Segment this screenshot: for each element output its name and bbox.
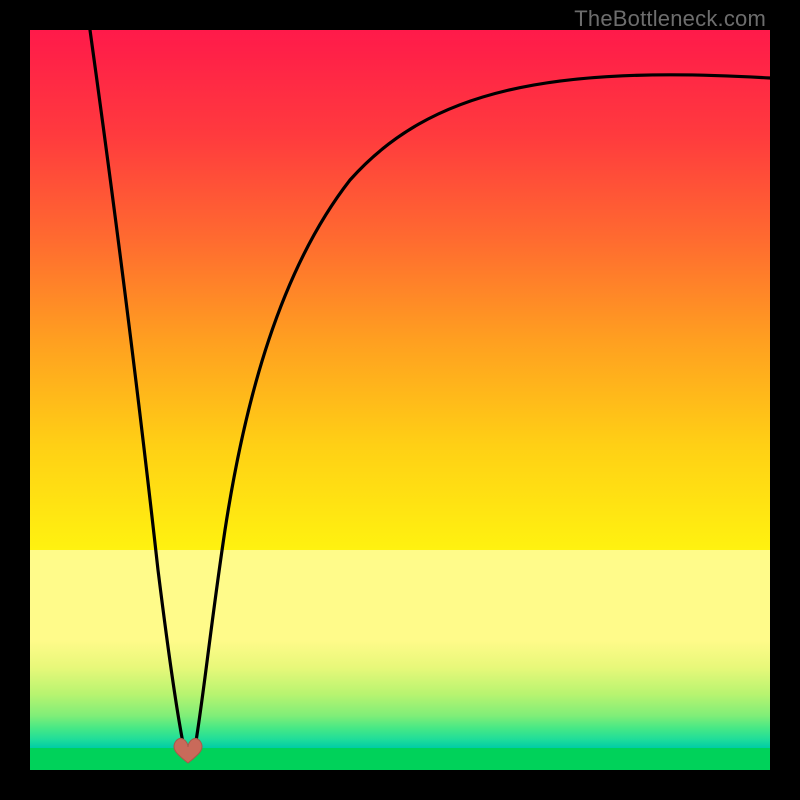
- watermark-text: TheBottleneck.com: [574, 6, 766, 32]
- plot-area: [30, 30, 770, 770]
- curve-right-branch: [194, 75, 770, 753]
- chart-frame: TheBottleneck.com: [0, 0, 800, 800]
- curve-left-branch: [90, 30, 185, 753]
- heart-marker-icon: [174, 739, 202, 763]
- curve-layer: [30, 30, 770, 770]
